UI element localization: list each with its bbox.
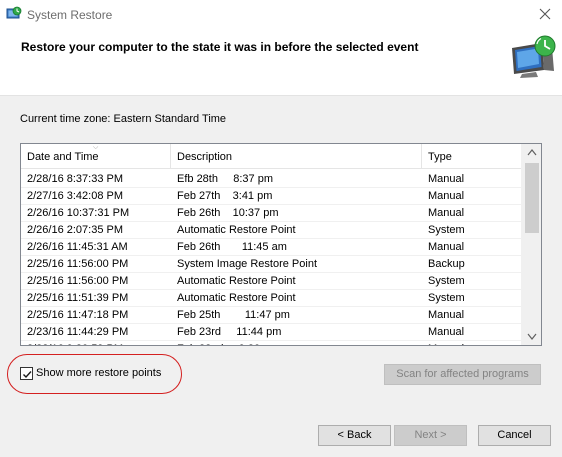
list-header: ⌵ Date and Time Description Type (21, 144, 521, 169)
row-description: System Image Restore Point (177, 258, 318, 270)
row-date: 2/25/16 11:56:00 PM (27, 258, 129, 270)
table-row[interactable]: 2/25/16 11:51:39 PM Automatic Restore Poi… (21, 290, 521, 307)
row-description: Automatic Restore Point (177, 275, 296, 287)
table-row[interactable]: 2/27/16 3:42:08 PM Feb 27th 3:41 pm Manual (21, 188, 521, 205)
system-restore-app-icon (6, 6, 22, 22)
column-header-type[interactable]: Type (422, 144, 521, 169)
row-date: 2/26/16 2:07:35 PM (27, 224, 124, 236)
next-button[interactable]: Next > (394, 425, 467, 446)
row-description: Feb 25th 11:47 pm (177, 309, 290, 321)
row-type: Manual (428, 207, 465, 219)
show-more-label: Show more restore points (36, 367, 162, 379)
table-row[interactable]: 2/25/16 11:47:18 PM Feb 25th 11:47 pm Manu… (21, 307, 521, 324)
row-type: Manual (428, 326, 465, 338)
dialog-heading: Restore your computer to the state it wa… (21, 40, 419, 54)
row-description: Automatic Restore Point (177, 292, 296, 304)
system-restore-computer-icon (508, 34, 558, 80)
row-type: System (428, 224, 465, 236)
row-description: Feb 22nd 9:30 pm (171, 341, 422, 345)
row-date: 2/27/16 3:42:08 PM (27, 190, 124, 202)
row-date: 2/25/16 11:47:18 PM (27, 309, 129, 321)
column-header-date[interactable]: ⌵ Date and Time (21, 144, 171, 169)
row-date: 2/22/16 9:30:59 PM (21, 341, 171, 345)
chevron-up-icon (527, 149, 537, 156)
table-row[interactable]: 2/26/16 2:07:35 PM Automatic Restore Poin… (21, 222, 521, 239)
row-description: Feb 23rd 11:44 pm (177, 326, 282, 338)
column-header-type-label: Type (428, 151, 452, 163)
row-type: Manual (428, 173, 465, 185)
scan-affected-programs-button[interactable]: Scan for affected programs (384, 364, 541, 385)
row-date: 2/26/16 11:45:31 AM (27, 241, 128, 253)
row-date: 2/25/16 11:51:39 PM (27, 292, 129, 304)
row-type: Manual (428, 309, 465, 321)
row-type: System (428, 292, 465, 304)
row-type: Manual (428, 241, 465, 253)
column-header-description-label: Description (177, 151, 233, 163)
table-row[interactable]: 2/22/16 9:30:59 PMFeb 22nd 9:30 pmManual (21, 341, 521, 345)
system-restore-window: System Restore Restore your computer to … (0, 0, 562, 457)
table-row[interactable]: 2/25/16 11:56:00 PM Automatic Restore Poi… (21, 273, 521, 290)
title-bar: System Restore (0, 0, 562, 30)
checkmark-icon (23, 370, 32, 378)
row-description: Feb 26th 11:45 am (177, 241, 287, 253)
back-button[interactable]: < Back (318, 425, 391, 446)
row-type: Manual (428, 190, 465, 202)
row-type: Manual (422, 341, 521, 345)
column-header-description[interactable]: Description (171, 144, 422, 169)
row-date: 2/28/16 8:37:33 PM (27, 173, 124, 185)
scroll-thumb[interactable] (525, 163, 539, 233)
sort-down-icon: ⌵ (93, 144, 99, 151)
restore-points-list[interactable]: ⌵ Date and Time Description Type 2/28/16… (20, 143, 542, 346)
list-rows: 2/28/16 8:37:33 PM Efb 28th 8:37 pm Manual… (21, 171, 521, 345)
column-header-date-label: Date and Time (27, 151, 99, 163)
window-title: System Restore (27, 8, 113, 22)
row-date: 2/23/16 11:44:29 PM (27, 326, 129, 338)
show-more-restore-points[interactable]: Show more restore points (20, 366, 161, 380)
row-date: 2/25/16 11:56:00 PM (27, 275, 129, 287)
row-description: Efb 28th 8:37 pm (177, 173, 274, 185)
scroll-up-button[interactable] (522, 144, 541, 161)
row-date: 2/26/16 10:37:31 PM (27, 207, 130, 219)
row-description: Feb 27th 3:41 pm (177, 190, 273, 202)
table-row[interactable]: 2/26/16 10:37:31 PM Feb 26th 10:37 pm Manu… (21, 205, 521, 222)
row-description: Feb 26th 10:37 pm (177, 207, 279, 219)
show-more-checkbox[interactable] (20, 366, 33, 380)
close-button[interactable] (534, 3, 556, 25)
table-row[interactable]: 2/23/16 11:44:29 PM Feb 23rd 11:44 pm Manu… (21, 324, 521, 341)
scroll-down-button[interactable] (522, 328, 541, 345)
timezone-label: Current time zone: Eastern Standard Time (20, 113, 227, 125)
row-type: System (428, 275, 465, 287)
chevron-down-icon (527, 333, 537, 340)
cancel-button[interactable]: Cancel (478, 425, 551, 446)
table-row[interactable]: 2/25/16 11:56:00 PM System Image Restore … (21, 256, 521, 273)
row-description: Automatic Restore Point (177, 224, 296, 236)
vertical-scrollbar[interactable] (521, 144, 541, 345)
table-row[interactable]: 2/28/16 8:37:33 PM Efb 28th 8:37 pm Manual (21, 171, 521, 188)
close-icon (539, 8, 551, 20)
table-row[interactable]: 2/26/16 11:45:31 AM Feb 26th 11:45 am Manu… (21, 239, 521, 256)
row-type: Backup (428, 258, 465, 270)
